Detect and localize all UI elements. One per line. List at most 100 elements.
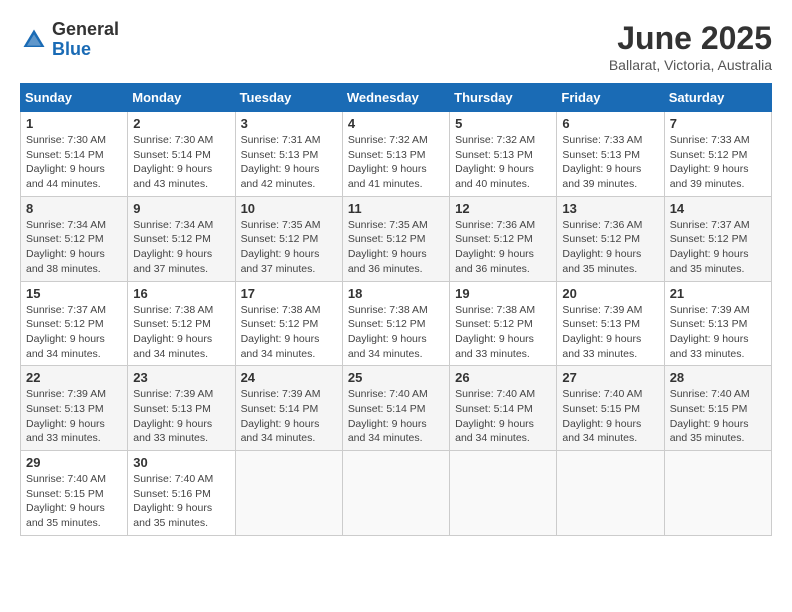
calendar-cell: 13 Sunrise: 7:36 AM Sunset: 5:12 PM Dayl… (557, 196, 664, 281)
daylight-label: Daylight: 9 hours and 35 minutes. (562, 248, 641, 275)
sunrise-label: Sunrise: 7:37 AM (670, 219, 750, 231)
sunset-label: Sunset: 5:12 PM (241, 233, 319, 245)
daylight-label: Daylight: 9 hours and 33 minutes. (670, 333, 749, 360)
day-number: 8 (26, 201, 122, 216)
calendar-cell: 26 Sunrise: 7:40 AM Sunset: 5:14 PM Dayl… (450, 366, 557, 451)
sunset-label: Sunset: 5:15 PM (562, 403, 640, 415)
daylight-label: Daylight: 9 hours and 37 minutes. (241, 248, 320, 275)
sunrise-label: Sunrise: 7:38 AM (455, 304, 535, 316)
sunset-label: Sunset: 5:14 PM (26, 149, 104, 161)
day-info: Sunrise: 7:35 AM Sunset: 5:12 PM Dayligh… (241, 218, 337, 277)
sunrise-label: Sunrise: 7:30 AM (26, 134, 106, 146)
day-info: Sunrise: 7:34 AM Sunset: 5:12 PM Dayligh… (133, 218, 229, 277)
day-number: 16 (133, 286, 229, 301)
daylight-label: Daylight: 9 hours and 33 minutes. (26, 418, 105, 445)
day-number: 18 (348, 286, 444, 301)
sunset-label: Sunset: 5:12 PM (455, 318, 533, 330)
daylight-label: Daylight: 9 hours and 39 minutes. (562, 163, 641, 190)
calendar-cell: 24 Sunrise: 7:39 AM Sunset: 5:14 PM Dayl… (235, 366, 342, 451)
day-info: Sunrise: 7:38 AM Sunset: 5:12 PM Dayligh… (455, 303, 551, 362)
calendar-cell: 10 Sunrise: 7:35 AM Sunset: 5:12 PM Dayl… (235, 196, 342, 281)
daylight-label: Daylight: 9 hours and 35 minutes. (670, 418, 749, 445)
day-info: Sunrise: 7:38 AM Sunset: 5:12 PM Dayligh… (241, 303, 337, 362)
daylight-label: Daylight: 9 hours and 35 minutes. (670, 248, 749, 275)
day-info: Sunrise: 7:36 AM Sunset: 5:12 PM Dayligh… (562, 218, 658, 277)
calendar-cell (664, 451, 771, 536)
day-number: 26 (455, 370, 551, 385)
weekday-header: Sunday (21, 84, 128, 112)
calendar-cell: 1 Sunrise: 7:30 AM Sunset: 5:14 PM Dayli… (21, 112, 128, 197)
calendar-cell: 16 Sunrise: 7:38 AM Sunset: 5:12 PM Dayl… (128, 281, 235, 366)
sunset-label: Sunset: 5:14 PM (133, 149, 211, 161)
sunset-label: Sunset: 5:12 PM (348, 318, 426, 330)
calendar-week-row: 22 Sunrise: 7:39 AM Sunset: 5:13 PM Dayl… (21, 366, 772, 451)
sunrise-label: Sunrise: 7:40 AM (455, 388, 535, 400)
calendar-cell: 22 Sunrise: 7:39 AM Sunset: 5:13 PM Dayl… (21, 366, 128, 451)
logo-blue: Blue (52, 40, 119, 60)
day-number: 30 (133, 455, 229, 470)
sunset-label: Sunset: 5:13 PM (133, 403, 211, 415)
day-info: Sunrise: 7:40 AM Sunset: 5:14 PM Dayligh… (348, 387, 444, 446)
day-info: Sunrise: 7:39 AM Sunset: 5:13 PM Dayligh… (26, 387, 122, 446)
sunset-label: Sunset: 5:13 PM (348, 149, 426, 161)
calendar-cell: 6 Sunrise: 7:33 AM Sunset: 5:13 PM Dayli… (557, 112, 664, 197)
calendar-cell: 21 Sunrise: 7:39 AM Sunset: 5:13 PM Dayl… (664, 281, 771, 366)
sunrise-label: Sunrise: 7:38 AM (133, 304, 213, 316)
day-info: Sunrise: 7:36 AM Sunset: 5:12 PM Dayligh… (455, 218, 551, 277)
weekday-header-row: SundayMondayTuesdayWednesdayThursdayFrid… (21, 84, 772, 112)
sunset-label: Sunset: 5:12 PM (455, 233, 533, 245)
day-info: Sunrise: 7:39 AM Sunset: 5:13 PM Dayligh… (133, 387, 229, 446)
sunrise-label: Sunrise: 7:34 AM (133, 219, 213, 231)
day-number: 27 (562, 370, 658, 385)
day-info: Sunrise: 7:30 AM Sunset: 5:14 PM Dayligh… (26, 133, 122, 192)
sunrise-label: Sunrise: 7:33 AM (562, 134, 642, 146)
sunrise-label: Sunrise: 7:39 AM (562, 304, 642, 316)
day-info: Sunrise: 7:40 AM Sunset: 5:16 PM Dayligh… (133, 472, 229, 531)
month-title: June 2025 (609, 20, 772, 57)
sunset-label: Sunset: 5:12 PM (562, 233, 640, 245)
sunrise-label: Sunrise: 7:40 AM (26, 473, 106, 485)
sunset-label: Sunset: 5:16 PM (133, 488, 211, 500)
sunrise-label: Sunrise: 7:39 AM (133, 388, 213, 400)
sunset-label: Sunset: 5:12 PM (133, 318, 211, 330)
day-info: Sunrise: 7:31 AM Sunset: 5:13 PM Dayligh… (241, 133, 337, 192)
day-info: Sunrise: 7:40 AM Sunset: 5:15 PM Dayligh… (26, 472, 122, 531)
day-number: 9 (133, 201, 229, 216)
daylight-label: Daylight: 9 hours and 36 minutes. (348, 248, 427, 275)
day-info: Sunrise: 7:39 AM Sunset: 5:13 PM Dayligh… (670, 303, 766, 362)
day-info: Sunrise: 7:38 AM Sunset: 5:12 PM Dayligh… (133, 303, 229, 362)
day-number: 22 (26, 370, 122, 385)
daylight-label: Daylight: 9 hours and 41 minutes. (348, 163, 427, 190)
calendar-table: SundayMondayTuesdayWednesdayThursdayFrid… (20, 83, 772, 536)
sunrise-label: Sunrise: 7:39 AM (26, 388, 106, 400)
calendar-cell (450, 451, 557, 536)
calendar-cell: 15 Sunrise: 7:37 AM Sunset: 5:12 PM Dayl… (21, 281, 128, 366)
day-info: Sunrise: 7:33 AM Sunset: 5:12 PM Dayligh… (670, 133, 766, 192)
sunset-label: Sunset: 5:12 PM (26, 318, 104, 330)
page-header: General Blue June 2025 Ballarat, Victori… (20, 20, 772, 73)
day-number: 3 (241, 116, 337, 131)
day-number: 19 (455, 286, 551, 301)
daylight-label: Daylight: 9 hours and 34 minutes. (562, 418, 641, 445)
day-number: 1 (26, 116, 122, 131)
logo-text: General Blue (52, 20, 119, 60)
calendar-week-row: 15 Sunrise: 7:37 AM Sunset: 5:12 PM Dayl… (21, 281, 772, 366)
logo-general: General (52, 20, 119, 40)
sunset-label: Sunset: 5:13 PM (562, 318, 640, 330)
sunrise-label: Sunrise: 7:32 AM (348, 134, 428, 146)
sunrise-label: Sunrise: 7:35 AM (241, 219, 321, 231)
sunset-label: Sunset: 5:12 PM (241, 318, 319, 330)
daylight-label: Daylight: 9 hours and 34 minutes. (133, 333, 212, 360)
sunset-label: Sunset: 5:13 PM (455, 149, 533, 161)
sunset-label: Sunset: 5:12 PM (348, 233, 426, 245)
calendar-cell: 20 Sunrise: 7:39 AM Sunset: 5:13 PM Dayl… (557, 281, 664, 366)
day-info: Sunrise: 7:39 AM Sunset: 5:13 PM Dayligh… (562, 303, 658, 362)
daylight-label: Daylight: 9 hours and 39 minutes. (670, 163, 749, 190)
day-number: 12 (455, 201, 551, 216)
sunrise-label: Sunrise: 7:36 AM (455, 219, 535, 231)
sunrise-label: Sunrise: 7:39 AM (241, 388, 321, 400)
day-number: 6 (562, 116, 658, 131)
day-number: 10 (241, 201, 337, 216)
sunrise-label: Sunrise: 7:38 AM (241, 304, 321, 316)
day-info: Sunrise: 7:32 AM Sunset: 5:13 PM Dayligh… (348, 133, 444, 192)
